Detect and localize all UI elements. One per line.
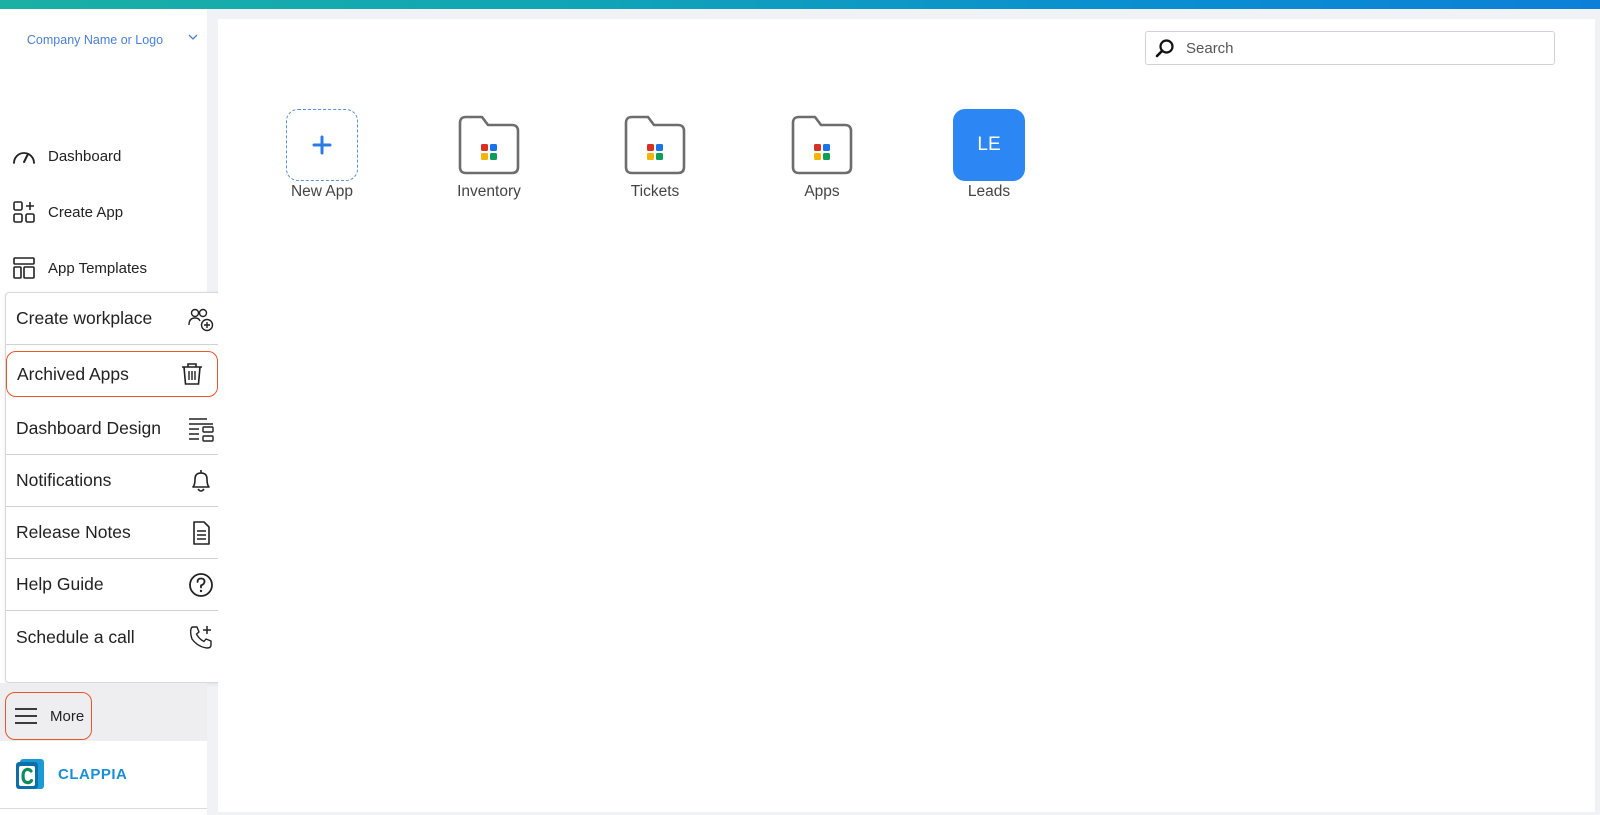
tile-label: Leads — [967, 183, 1011, 200]
more-button[interactable]: More — [5, 692, 92, 740]
plus-icon — [312, 135, 332, 155]
menu-item-label: Release Notes — [16, 522, 131, 542]
tile-apps[interactable]: Apps — [762, 109, 882, 201]
clappia-logo-icon — [16, 759, 44, 789]
phone-plus-icon — [186, 622, 216, 652]
main-panel — [218, 19, 1595, 812]
nav-label: Dashboard — [48, 147, 122, 165]
tile-label: New App — [290, 183, 354, 200]
trash-icon — [177, 359, 207, 389]
menu-item-schedule-call[interactable]: Schedule a call — [6, 611, 226, 663]
menu-item-label: Create workplace — [16, 308, 153, 328]
menu-item-label: Dashboard Design — [16, 418, 161, 438]
divider — [0, 808, 207, 809]
menu-item-release-notes[interactable]: Release Notes — [6, 507, 226, 559]
footer-brand-name: CLAPPIA — [58, 765, 128, 783]
folder-icon — [619, 109, 691, 181]
menu-item-label: Schedule a call — [16, 626, 135, 647]
menu-item-label: Archived Apps — [17, 363, 129, 384]
nav-label: App Templates — [48, 259, 147, 277]
menu-item-dashboard-design[interactable]: Dashboard Design — [6, 403, 226, 455]
tile-new-app[interactable]: New App — [262, 109, 382, 201]
app-avatar: LE — [953, 109, 1025, 181]
document-icon — [186, 518, 216, 548]
menu-item-help-guide[interactable]: Help Guide — [6, 559, 226, 611]
search-box[interactable] — [1145, 31, 1555, 65]
tile-label: Inventory — [457, 183, 521, 200]
clappia-brand[interactable]: CLAPPIA — [14, 757, 127, 791]
tile-label: Apps — [804, 183, 840, 200]
bell-icon — [186, 466, 216, 496]
search-icon — [1155, 39, 1174, 58]
question-circle-icon — [186, 570, 216, 600]
menu-item-label: Help Guide — [16, 574, 104, 594]
users-plus-icon — [186, 304, 216, 334]
tile-tickets[interactable]: Tickets — [595, 109, 715, 201]
speedometer-icon — [10, 142, 38, 170]
more-label: More — [50, 707, 85, 725]
layout-lines-icon — [186, 414, 216, 444]
company-logo-placeholder[interactable]: Company Name or Logo — [20, 28, 170, 52]
more-menu-dropdown: Create workplace Archived Apps Dashboard… — [5, 292, 227, 683]
nav-dashboard[interactable]: Dashboard — [10, 141, 121, 171]
menu-item-create-workplace[interactable]: Create workplace — [6, 293, 226, 345]
search-input[interactable] — [1186, 39, 1536, 57]
layout-template-icon — [10, 254, 38, 282]
tile-inventory[interactable]: Inventory — [429, 109, 549, 201]
folder-icon — [786, 109, 858, 181]
tile-leads[interactable]: LE Leads — [929, 109, 1049, 201]
tile-label: Tickets — [630, 183, 680, 200]
folder-icon — [453, 109, 525, 181]
top-accent-bar — [0, 0, 1600, 9]
new-app-box — [286, 109, 358, 181]
nav-app-templates[interactable]: App Templates — [10, 253, 147, 283]
menu-item-notifications[interactable]: Notifications — [6, 455, 226, 507]
grid-plus-icon — [10, 198, 38, 226]
menu-item-label: Notifications — [16, 470, 112, 490]
nav-label: Create App — [48, 203, 124, 221]
nav-create-app[interactable]: Create App — [10, 197, 123, 227]
menu-item-archived-apps[interactable]: Archived Apps — [6, 351, 218, 397]
hamburger-icon — [15, 708, 37, 724]
chevron-down-icon[interactable] — [186, 30, 200, 44]
